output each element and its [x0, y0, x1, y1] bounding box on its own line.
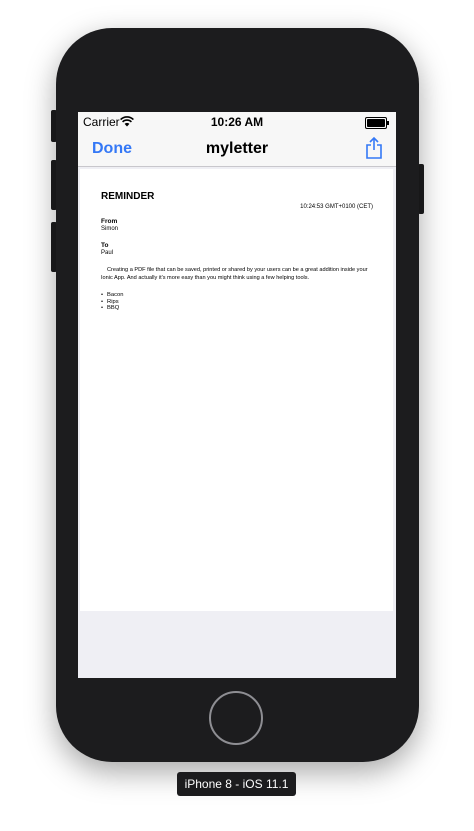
pdf-page: REMINDER 10:24:53 GMT+0100 (CET) From Si… [80, 169, 393, 611]
battery-icon [365, 117, 389, 129]
phone-screen: Carrier 10:26 AM Done myletter REMINDER … [78, 112, 396, 678]
page-title: myletter [205, 140, 269, 157]
document-date: 10:24:53 GMT+0100 (CET) [300, 204, 373, 210]
device-label: iPhone 8 - iOS 11.1 [177, 772, 296, 796]
document-paragraph: Creating a PDF file that can be saved, p… [101, 267, 368, 281]
share-icon[interactable] [364, 136, 384, 160]
from-value: Simon [101, 226, 119, 232]
document-list: Bacon Rips BBQ [101, 292, 123, 312]
to-value: Paul [101, 250, 114, 256]
nav-bar: Done myletter [78, 132, 396, 167]
from-label: From [101, 218, 118, 225]
pdf-viewer[interactable]: REMINDER 10:24:53 GMT+0100 (CET) From Si… [78, 167, 396, 678]
to-label: To [101, 242, 109, 249]
home-button[interactable] [209, 691, 263, 745]
list-item: BBQ [101, 305, 123, 312]
status-bar: Carrier 10:26 AM [78, 112, 396, 132]
list-item: Bacon [101, 292, 123, 299]
document-heading: REMINDER [101, 191, 155, 202]
status-time: 10:26 AM [210, 115, 264, 129]
